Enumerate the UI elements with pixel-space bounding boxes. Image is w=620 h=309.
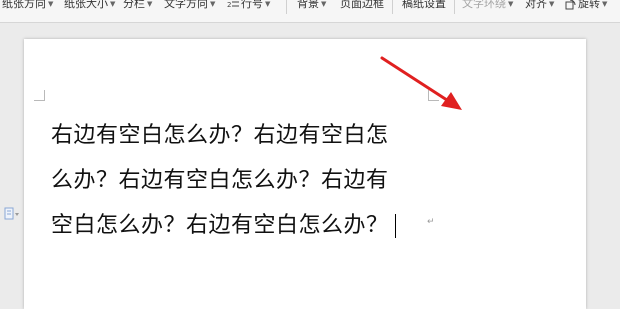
red-arrow-icon: [380, 56, 462, 110]
annotation-overlay: [380, 56, 462, 110]
